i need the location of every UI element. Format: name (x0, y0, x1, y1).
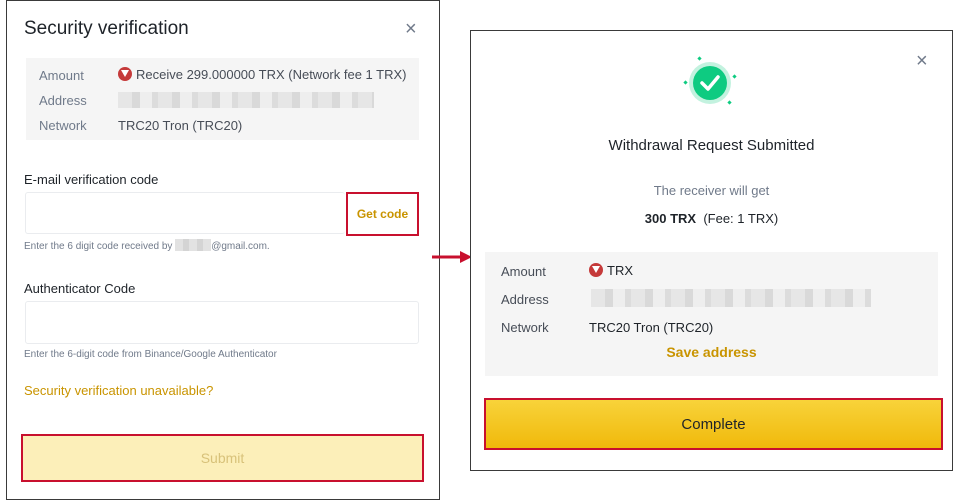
tron-icon (118, 67, 132, 81)
network-label: Network (501, 320, 549, 335)
receive-amount-row: 300 TRX (Fee: 1 TRX) (471, 211, 952, 226)
network-label: Network (39, 118, 87, 133)
dialog-title: Security verification (24, 18, 189, 39)
address-value-redacted (118, 92, 374, 108)
amount-label: Amount (39, 68, 84, 83)
receiver-text: The receiver will get (653, 183, 770, 198)
save-address-link[interactable]: Save address (485, 344, 938, 360)
network-value: TRC20 Tron (TRC20) (118, 118, 243, 133)
authenticator-hint: Enter the 6-digit code from Binance/Goog… (24, 349, 277, 360)
email-hint-prefix: Enter the 6 digit code received by (24, 241, 173, 252)
get-code-button[interactable]: Get code (346, 192, 419, 236)
close-icon[interactable]: × (916, 51, 928, 71)
complete-label: Complete (681, 415, 746, 433)
authenticator-code-input[interactable] (25, 301, 419, 344)
email-hint-suffix: @gmail.com. (211, 241, 270, 252)
fee-text: (Fee: 1 TRX) (703, 211, 779, 226)
amount-value: Receive 299.000000 TRX (Network fee 1 TR… (136, 67, 407, 82)
receive-amount: 300 TRX (644, 211, 697, 226)
email-code-label: E-mail verification code (24, 172, 159, 187)
withdrawal-summary: Amount Receive 299.000000 TRX (Network f… (26, 58, 419, 140)
tron-icon (589, 263, 603, 277)
complete-button[interactable]: Complete (484, 398, 943, 450)
email-hint: Enter the 6 digit code received by @gmai… (24, 239, 270, 252)
submit-button[interactable]: Submit (21, 434, 424, 482)
security-unavailable-link[interactable]: Security verification unavailable? (24, 383, 213, 398)
address-label: Address (39, 93, 87, 108)
address-label: Address (501, 292, 549, 307)
amount-value: TRX (607, 263, 633, 278)
amount-value-row: Receive 299.000000 TRX (Network fee 1 TR… (118, 67, 407, 82)
withdrawal-submitted-dialog: × Withdrawal Request Submitted The recei… (470, 30, 953, 471)
network-value: TRC20 Tron (TRC20) (589, 320, 714, 335)
dialog-title: Withdrawal Request Submitted (608, 137, 815, 154)
get-code-label: Get code (356, 207, 409, 221)
amount-label: Amount (501, 264, 546, 279)
close-icon[interactable]: × (405, 19, 417, 39)
email-redacted (175, 239, 212, 251)
email-code-input[interactable] (25, 192, 345, 234)
security-verification-dialog: Security verification × Amount Receive 2… (6, 0, 440, 500)
authenticator-label: Authenticator Code (24, 281, 136, 296)
submit-label: Submit (200, 450, 245, 466)
address-value-redacted (591, 289, 871, 307)
arrow-right-icon (432, 251, 472, 263)
withdrawal-summary: Amount TRX Address Network TRC20 Tron (T… (485, 252, 938, 376)
amount-value-row: TRX (589, 263, 633, 278)
success-check-icon (683, 56, 737, 105)
